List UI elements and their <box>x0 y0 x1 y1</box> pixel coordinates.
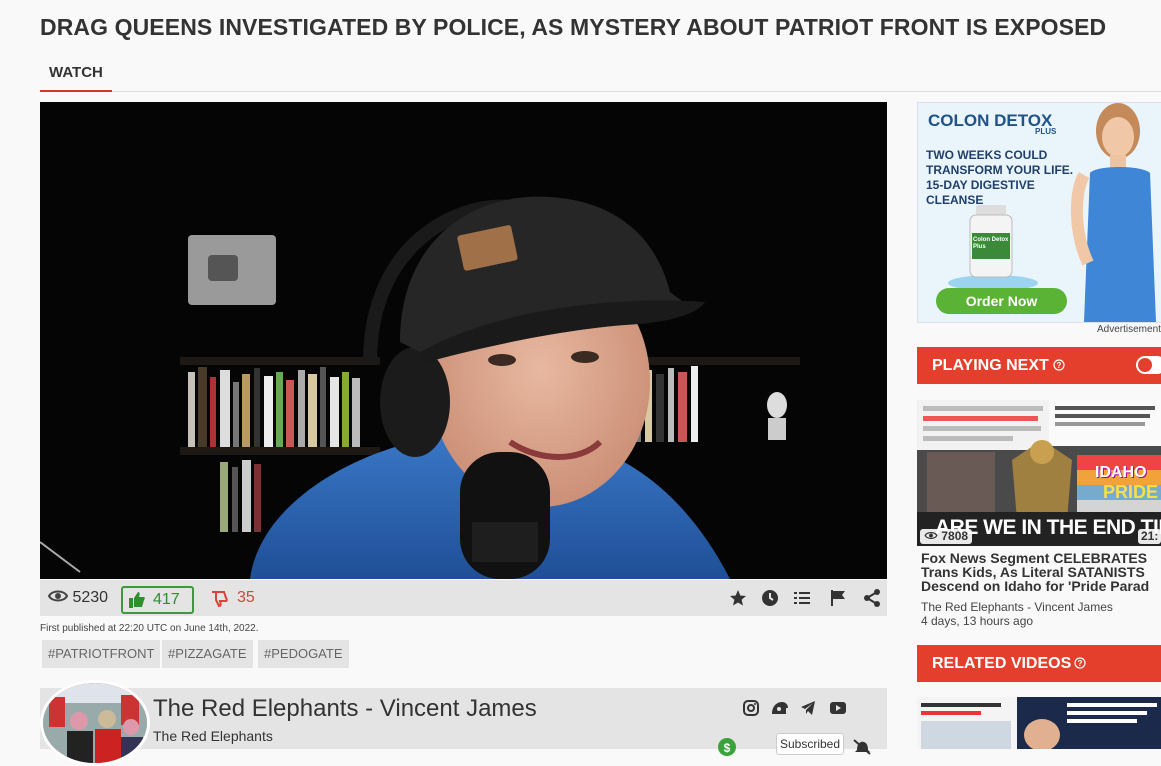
related-thumbnail-image <box>917 697 1161 749</box>
share-icon[interactable] <box>863 589 881 607</box>
tab-bar: WATCH <box>40 56 1161 92</box>
tag-pedogate[interactable]: #PEDOGATE <box>258 640 349 668</box>
next-video-title[interactable]: Fox News Segment CELEBRATES Trans Kids, … <box>921 551 1161 593</box>
like-button[interactable]: 417 <box>121 586 194 614</box>
ad-headline: TWO WEEKS COULD TRANSFORM YOUR LIFE. 15-… <box>926 148 1074 207</box>
channel-avatar[interactable] <box>40 680 150 766</box>
next-video-age: 4 days, 13 hours ago <box>921 614 1034 628</box>
next-video-views: 7808 <box>941 529 969 543</box>
tab-watch[interactable]: WATCH <box>40 56 112 92</box>
video-frame <box>40 102 887 579</box>
video-stats-bar: 5230 417 35 <box>40 580 887 616</box>
bell-icon[interactable] <box>852 738 872 756</box>
list-icon[interactable] <box>793 589 811 607</box>
related-videos-header: RELATED VIDEOS ? <box>917 645 1161 682</box>
views-count: 5230 <box>72 589 109 606</box>
help-icon[interactable]: ? <box>1053 359 1065 371</box>
ad-brand: COLON DETOX <box>928 111 1053 130</box>
eye-icon <box>924 531 938 540</box>
dollar-icon[interactable]: $ <box>718 738 736 756</box>
svg-text:$: $ <box>724 741 731 755</box>
ad-brand-sub: PLUS <box>1035 127 1057 136</box>
thumbnail-idaho-text: IDAHO <box>1095 464 1147 481</box>
ad-model-image <box>1071 103 1156 322</box>
svg-text:?: ? <box>1078 659 1083 668</box>
views-counter: 5230 <box>47 580 109 616</box>
youtube-icon[interactable] <box>829 700 847 716</box>
help-icon[interactable]: ? <box>1074 657 1086 669</box>
tag-pizzagate[interactable]: #PIZZAGATE <box>162 640 253 668</box>
related-video-thumbnail[interactable] <box>917 697 1161 749</box>
thumbnail-pride-text: PRIDE <box>1103 482 1159 502</box>
related-videos-title: RELATED VIDEOS <box>932 655 1072 672</box>
avatar-image <box>43 683 147 763</box>
published-date: First published at 22:20 UTC on June 14t… <box>40 623 259 634</box>
next-video-duration: 21: <box>1138 529 1161 544</box>
thumbs-down-icon <box>212 591 228 607</box>
next-video-thumbnail[interactable]: IDAHO PRIDE ARE WE IN THE END TIMES? 780… <box>917 400 1161 546</box>
thumbs-up-icon <box>129 592 145 608</box>
instagram-icon[interactable] <box>743 700 759 716</box>
advertisement-banner[interactable]: COLON DETOX PLUS TWO WEEKS COULD TRANSFO… <box>917 102 1161 323</box>
dislike-count: 35 <box>237 589 255 606</box>
channel-bar: The Red Elephants - Vincent James The Re… <box>40 680 887 766</box>
page-title: DRAG QUEENS INVESTIGATED BY POLICE, AS M… <box>40 14 1107 40</box>
channel-handle[interactable]: The Red Elephants <box>153 728 273 744</box>
autoplay-toggle[interactable] <box>1136 356 1161 374</box>
next-video-views-badge: 7808 <box>920 529 973 544</box>
toggle-knob <box>1138 358 1152 372</box>
clock-icon[interactable] <box>761 589 779 607</box>
subscribe-button[interactable]: Subscribed <box>776 733 844 755</box>
telegram-icon[interactable] <box>800 700 816 716</box>
gab-icon[interactable] <box>771 700 789 716</box>
video-player[interactable] <box>40 102 887 579</box>
next-video-channel[interactable]: The Red Elephants - Vincent James <box>921 600 1113 614</box>
playing-next-title: PLAYING NEXT <box>932 357 1049 374</box>
like-count: 417 <box>153 591 180 608</box>
ad-bottle-label: Colon Detox Plus <box>973 237 1009 250</box>
ad-order-button[interactable]: Order Now <box>936 288 1067 314</box>
eye-icon <box>47 590 69 602</box>
advertisement-label: Advertisement <box>1097 324 1161 335</box>
svg-text:?: ? <box>1057 361 1062 370</box>
star-icon[interactable] <box>729 589 747 607</box>
tag-patriotfront[interactable]: #PATRIOTFRONT <box>42 640 161 668</box>
flag-icon[interactable] <box>829 589 847 607</box>
playing-next-header: PLAYING NEXT ? <box>917 347 1161 384</box>
channel-name[interactable]: The Red Elephants - Vincent James <box>153 695 537 723</box>
